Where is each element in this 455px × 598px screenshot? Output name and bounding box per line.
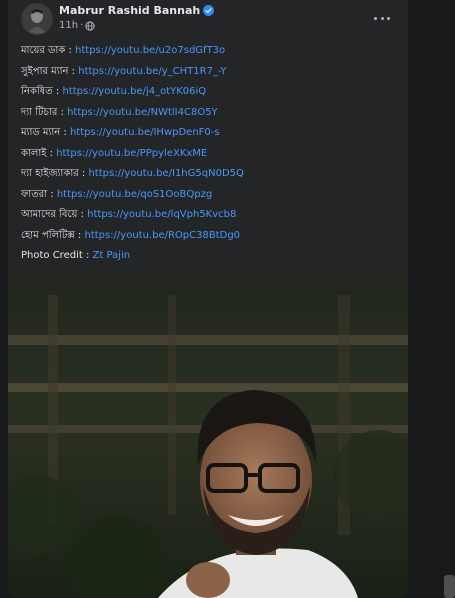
photo-credit-line: Photo Credit : Zt Pajin <box>21 246 401 267</box>
post-card: Mabrur Rashid Bannah 11h · মায়ের ডাক : … <box>8 0 408 598</box>
line-label: সুইপার ম্যান : <box>21 65 79 77</box>
video-link[interactable]: https://youtu.be/I1hG5qN0D5Q <box>88 168 243 179</box>
video-link[interactable]: https://youtu.be/u2o7sdGfT3o <box>75 45 225 56</box>
author-name[interactable]: Mabrur Rashid Bannah <box>59 4 200 17</box>
post-line: দ্যা টিচার : https://youtu.be/NWtlI4C8O5… <box>21 103 401 124</box>
line-label: মায়ের ডাক : <box>21 45 76 56</box>
video-link[interactable]: https://youtu.be/NWtlI4C8O5Y <box>67 107 218 118</box>
verified-badge-icon <box>203 5 215 16</box>
line-label: কালাই : <box>21 147 57 159</box>
line-label: ম্যাড ম্যান : <box>21 127 70 138</box>
author-name-row: Mabrur Rashid Bannah <box>59 4 215 17</box>
post-timestamp[interactable]: 11h <box>59 20 78 31</box>
meta-separator: · <box>80 20 84 31</box>
post-line: আমাদের বিয়ে : https://youtu.be/lqVph5Kv… <box>21 205 401 226</box>
more-dot <box>380 16 384 20</box>
post-line: মায়ের ডাক : https://youtu.be/u2o7sdGfT3… <box>21 41 401 62</box>
video-link[interactable]: https://youtu.be/y_CHT1R7_-Y <box>78 66 226 77</box>
video-link[interactable]: https://youtu.be/lqVph5Kvcb8 <box>87 209 236 220</box>
more-dot <box>387 16 390 20</box>
author-avatar[interactable] <box>21 3 53 35</box>
globe-icon[interactable] <box>85 20 95 31</box>
portrait-photo-image <box>8 275 408 598</box>
line-label: নিকষিত : <box>21 86 63 97</box>
more-dot <box>374 16 377 20</box>
post-header: Mabrur Rashid Bannah 11h · <box>8 0 408 38</box>
line-label: আমাদের বিয়ে : <box>21 209 88 220</box>
post-line: নিকষিত : https://youtu.be/j4_otYK06iQ <box>21 82 401 103</box>
post-line: ফাতরা : https://youtu.be/qoS1OoBQpzg <box>21 185 401 206</box>
line-label: দ্যা হাইজ্যাকার : <box>21 168 89 179</box>
post-meta: 11h · <box>59 20 95 31</box>
line-label: দ্যা টিচার : <box>21 106 68 118</box>
line-label: হোম পলিটিক্স : <box>21 229 85 241</box>
more-options-icon[interactable] <box>374 10 390 26</box>
line-label: ফাতরা : <box>21 188 57 200</box>
post-line: দ্যা হাইজ্যাকার : https://youtu.be/I1hG5… <box>21 164 401 185</box>
post-line: ম্যাড ম্যান : https://youtu.be/IHwpDenF0… <box>21 123 401 144</box>
photo-credit-label: Photo Credit : <box>21 250 93 261</box>
video-link[interactable]: https://youtu.be/qoS1OoBQpzg <box>57 189 212 200</box>
post-photo[interactable] <box>8 275 408 598</box>
post-text: মায়ের ডাক : https://youtu.be/u2o7sdGfT3… <box>21 41 401 267</box>
video-link[interactable]: https://youtu.be/PPpyleXKxME <box>56 148 207 159</box>
photo-credit-link[interactable]: Zt Pajin <box>93 250 131 261</box>
post-line: হোম পলিটিক্স : https://youtu.be/ROpC38Bt… <box>21 226 401 247</box>
post-line: কালাই : https://youtu.be/PPpyleXKxME <box>21 144 401 165</box>
post-line: সুইপার ম্যান : https://youtu.be/y_CHT1R7… <box>21 62 401 83</box>
video-link[interactable]: https://youtu.be/IHwpDenF0-s <box>70 127 220 138</box>
video-link[interactable]: https://youtu.be/j4_otYK06iQ <box>62 86 206 97</box>
scrollbar-thumb[interactable] <box>444 575 455 598</box>
video-link[interactable]: https://youtu.be/ROpC38BtDg0 <box>84 230 240 241</box>
